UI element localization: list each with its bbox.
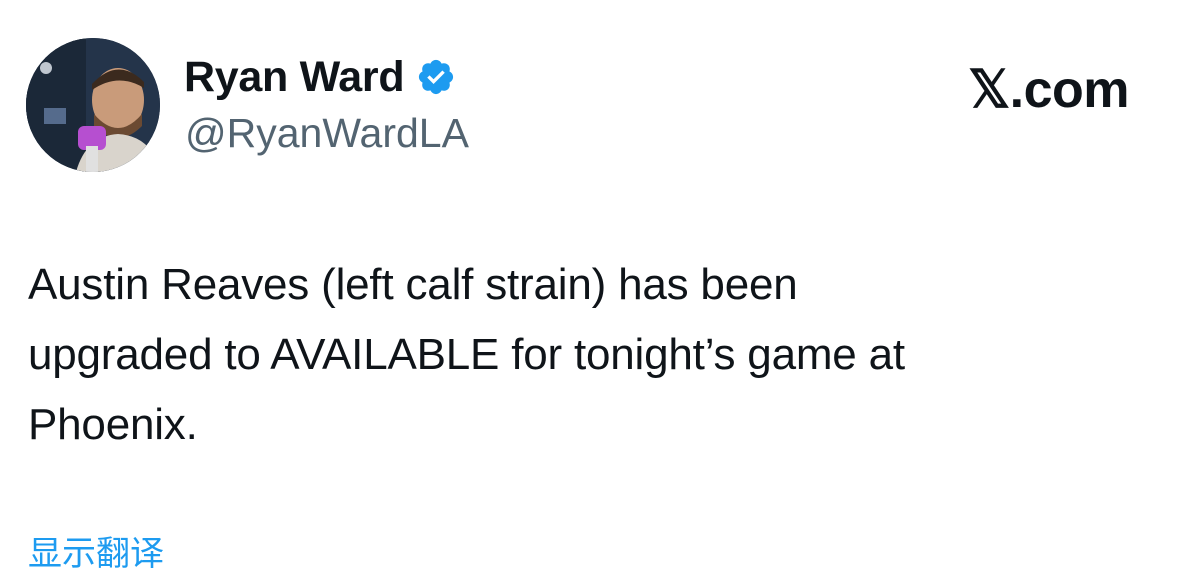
tweet-text: Austin Reaves (left calf strain) has bee… xyxy=(28,260,905,449)
show-translation-link[interactable]: 显示翻译 xyxy=(28,530,164,578)
author-handle[interactable]: @RyanWardLA xyxy=(185,108,469,158)
avatar[interactable] xyxy=(26,38,160,172)
avatar-image xyxy=(26,38,160,172)
x-brand-label: 𝕏.com xyxy=(968,61,1129,119)
verified-badge-icon xyxy=(416,57,456,97)
author-name-row: Ryan Ward xyxy=(184,52,456,102)
author-display-name[interactable]: Ryan Ward xyxy=(184,52,405,102)
